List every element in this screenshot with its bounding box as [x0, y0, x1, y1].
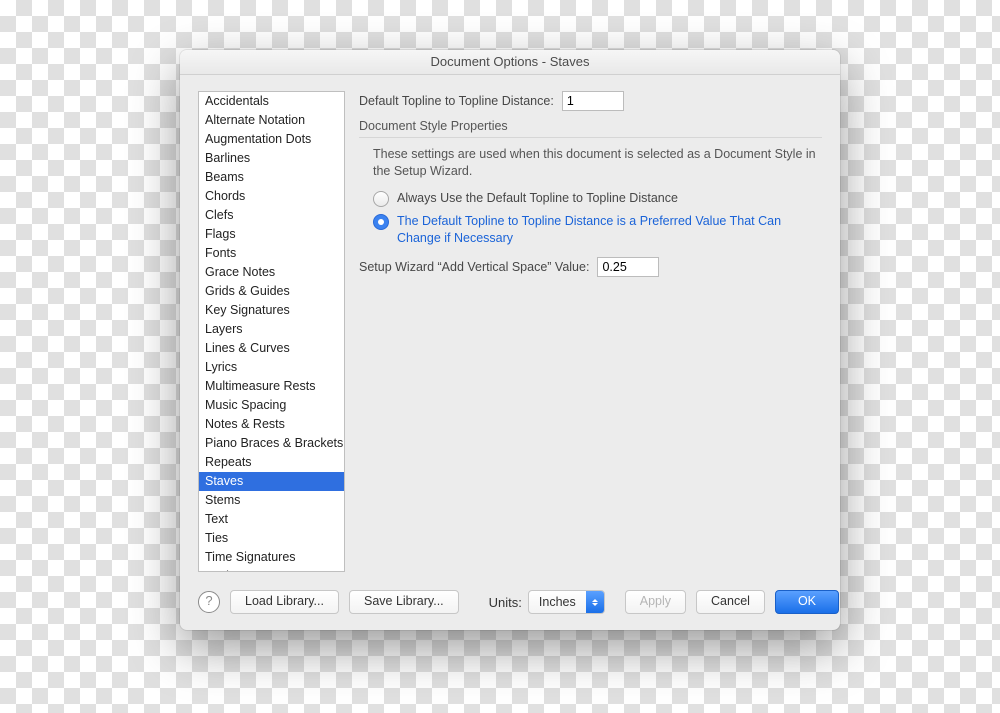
content-area: AccidentalsAlternate NotationAugmentatio…	[180, 75, 840, 580]
cancel-button[interactable]: Cancel	[696, 590, 765, 614]
sidebar-item[interactable]: Ties	[199, 529, 344, 548]
sidebar-item[interactable]: Repeats	[199, 453, 344, 472]
section-divider	[359, 137, 822, 138]
sidebar-item[interactable]: Music Spacing	[199, 396, 344, 415]
stepper-icon	[586, 591, 604, 613]
load-library-button[interactable]: Load Library...	[230, 590, 339, 614]
wizard-value-label: Setup Wizard “Add Vertical Space” Value:	[359, 260, 589, 274]
window-title: Document Options - Staves	[180, 50, 840, 75]
sidebar-item[interactable]: Chords	[199, 187, 344, 206]
sidebar-item[interactable]: Stems	[199, 491, 344, 510]
sidebar-item[interactable]: Lyrics	[199, 358, 344, 377]
save-library-button[interactable]: Save Library...	[349, 590, 459, 614]
sidebar-item[interactable]: Layers	[199, 320, 344, 339]
radio-preferred-label: The Default Topline to Topline Distance …	[397, 213, 822, 247]
sidebar-item[interactable]: Text	[199, 510, 344, 529]
sidebar-item[interactable]: Multimeasure Rests	[199, 377, 344, 396]
radio-preferred-button[interactable]	[373, 214, 389, 230]
radio-always-button[interactable]	[373, 191, 389, 207]
ok-button[interactable]: OK	[775, 590, 839, 614]
radio-preferred-row[interactable]: The Default Topline to Topline Distance …	[373, 213, 822, 247]
topline-distance-input[interactable]	[562, 91, 624, 111]
doc-style-header: Document Style Properties	[359, 119, 822, 133]
wizard-value-input[interactable]	[597, 257, 659, 277]
radio-always-label: Always Use the Default Topline to Toplin…	[397, 190, 678, 207]
apply-button[interactable]: Apply	[625, 590, 686, 614]
settings-panel: Default Topline to Topline Distance: Doc…	[359, 91, 822, 572]
category-sidebar[interactable]: AccidentalsAlternate NotationAugmentatio…	[198, 91, 345, 572]
units-label: Units:	[489, 595, 522, 610]
sidebar-item[interactable]: Barlines	[199, 149, 344, 168]
sidebar-item[interactable]: Staves	[199, 472, 344, 491]
dialog-footer: ? Load Library... Save Library... Units:…	[180, 580, 840, 630]
sidebar-item[interactable]: Notes & Rests	[199, 415, 344, 434]
radio-always-row[interactable]: Always Use the Default Topline to Toplin…	[373, 190, 822, 207]
help-button[interactable]: ?	[198, 591, 220, 613]
sidebar-item[interactable]: Piano Braces & Brackets	[199, 434, 344, 453]
sidebar-item[interactable]: Grace Notes	[199, 263, 344, 282]
sidebar-item[interactable]: Augmentation Dots	[199, 130, 344, 149]
dialog-window: Document Options - Staves AccidentalsAlt…	[180, 50, 840, 630]
sidebar-item[interactable]: Flags	[199, 225, 344, 244]
topline-distance-label: Default Topline to Topline Distance:	[359, 94, 554, 108]
sidebar-item[interactable]: Tuplets	[199, 567, 344, 572]
sidebar-item[interactable]: Lines & Curves	[199, 339, 344, 358]
sidebar-item[interactable]: Accidentals	[199, 92, 344, 111]
sidebar-item[interactable]: Alternate Notation	[199, 111, 344, 130]
doc-style-description: These settings are used when this docume…	[373, 146, 822, 180]
units-select[interactable]: Inches	[528, 590, 605, 614]
sidebar-item[interactable]: Grids & Guides	[199, 282, 344, 301]
sidebar-item[interactable]: Beams	[199, 168, 344, 187]
sidebar-item[interactable]: Fonts	[199, 244, 344, 263]
sidebar-item[interactable]: Clefs	[199, 206, 344, 225]
sidebar-item[interactable]: Time Signatures	[199, 548, 344, 567]
sidebar-item[interactable]: Key Signatures	[199, 301, 344, 320]
units-select-value: Inches	[529, 595, 586, 609]
